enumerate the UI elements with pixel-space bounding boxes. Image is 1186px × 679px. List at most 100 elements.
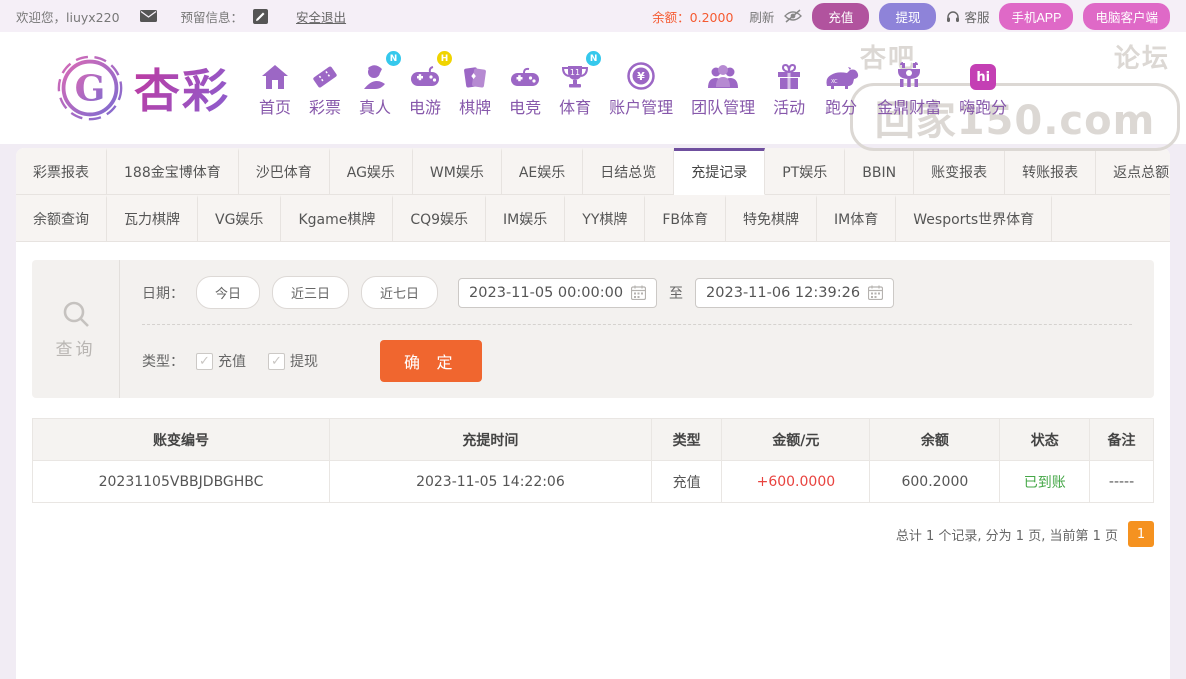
hi-icon: hi [970, 64, 996, 90]
date-to-value: 2023-11-06 12:39:26 [706, 285, 860, 301]
nav-item-lottery-ticket[interactable]: 彩票 [300, 58, 350, 118]
tab-YY棋牌[interactable]: YY棋牌 [565, 195, 645, 242]
tab-转账报表[interactable]: 转账报表 [1005, 148, 1096, 195]
tab-沙巴体育[interactable]: 沙巴体育 [239, 148, 330, 195]
nav-item-label: 电竞 [509, 94, 541, 118]
live-person-icon: N [361, 58, 389, 90]
page-1-button[interactable]: 1 [1128, 521, 1154, 547]
tab-188金宝博体育[interactable]: 188金宝博体育 [107, 148, 239, 195]
calendar-icon [631, 285, 646, 300]
tab-BBIN[interactable]: BBIN [845, 148, 914, 195]
tab-PT娱乐[interactable]: PT娱乐 [765, 148, 845, 195]
nav-item-yuan-coin[interactable]: ¥ 账户管理 [600, 58, 682, 118]
tab-CQ9娱乐[interactable]: CQ9娱乐 [393, 195, 486, 242]
nav-item-gift[interactable]: 活动 [764, 58, 814, 118]
tab-VG娱乐[interactable]: VG娱乐 [198, 195, 281, 242]
tab-瓦力棋牌[interactable]: 瓦力棋牌 [107, 195, 198, 242]
svg-text:G: G [75, 67, 106, 109]
deposit-button[interactable]: 充值 [812, 3, 869, 30]
reserved-info-label: 预留信息： [181, 7, 244, 26]
home-icon [261, 58, 289, 90]
tab-返点总额[interactable]: 返点总额 [1096, 148, 1170, 195]
nav-item-hi[interactable]: hi嗨跑分 [950, 58, 1016, 118]
report-tabs-row1: 彩票报表188金宝博体育沙巴体育AG娱乐WM娱乐AE娱乐日结总览充提记录PT娱乐… [16, 148, 1170, 195]
tab-日结总览[interactable]: 日结总览 [583, 148, 674, 195]
edit-pencil-icon[interactable] [253, 9, 268, 24]
tab-账变报表[interactable]: 账变报表 [914, 148, 1005, 195]
date-from-input[interactable]: 2023-11-05 00:00:00 [458, 278, 657, 308]
report-tabs-row2: 余额查询瓦力棋牌VG娱乐Kgame棋牌CQ9娱乐IM娱乐YY棋牌FB体育特免棋牌… [16, 195, 1170, 242]
nav-badge: N [386, 51, 401, 66]
nav-item-label: 体育 [559, 94, 591, 118]
nav-item-team[interactable]: 团队管理 [682, 58, 764, 118]
sports-trophy-icon: 11N [561, 58, 589, 90]
type-option-提现[interactable]: ✓提现 [268, 351, 318, 371]
table-header-cell: 类型 [651, 419, 722, 461]
nav-item-slots-gamepad[interactable]: H电游 [400, 58, 450, 118]
svg-text:11: 11 [570, 68, 580, 77]
nav-item-rhino[interactable]: XC跑分 [814, 58, 868, 118]
tab-IM娱乐[interactable]: IM娱乐 [486, 195, 565, 242]
nav-item-home[interactable]: 首页 [250, 58, 300, 118]
quick-range-今日[interactable]: 今日 [196, 276, 260, 309]
logo-emblem-icon: G [56, 54, 124, 122]
slots-gamepad-icon: H [410, 58, 440, 90]
quick-range-近三日[interactable]: 近三日 [272, 276, 349, 309]
nav-badge: N [586, 51, 601, 66]
table-header-cell: 状态 [1000, 419, 1090, 461]
type-option-充值[interactable]: ✓充值 [196, 351, 246, 371]
svg-text:¥: ¥ [637, 70, 645, 83]
nav-item-live-person[interactable]: N真人 [350, 58, 400, 118]
refresh-link[interactable]: 刷新 [749, 7, 774, 26]
table-cell: 20231105VBBJDBGHBC [33, 461, 330, 503]
content-card: 彩票报表188金宝博体育沙巴体育AG娱乐WM娱乐AE娱乐日结总览充提记录PT娱乐… [16, 148, 1170, 679]
checkbox-icon[interactable]: ✓ [268, 353, 285, 370]
table-cell: ----- [1090, 461, 1154, 503]
hi-icon: hi [970, 58, 996, 90]
query-section: 查询 [32, 260, 120, 398]
site-logo[interactable]: G 杏彩 [56, 54, 230, 122]
date-to-input[interactable]: 2023-11-06 12:39:26 [695, 278, 894, 308]
logout-link[interactable]: 安全退出 [296, 7, 346, 26]
tab-余额查询[interactable]: 余额查询 [16, 195, 107, 242]
customer-service-button[interactable]: 客服 [946, 7, 989, 26]
gift-icon [776, 58, 802, 90]
withdraw-button[interactable]: 提现 [879, 3, 936, 30]
confirm-button[interactable]: 确 定 [380, 340, 482, 382]
mobile-app-button[interactable]: 手机APP [999, 3, 1073, 30]
rhino-icon: XC [823, 58, 859, 90]
records-table: 账变编号充提时间类型金额/元余额状态备注 20231105VBBJDBGHBC2… [32, 418, 1154, 503]
quick-range-近七日[interactable]: 近七日 [361, 276, 438, 309]
tab-Kgame棋牌[interactable]: Kgame棋牌 [281, 195, 393, 242]
to-label: 至 [669, 283, 683, 303]
table-cell: 600.2000 [870, 461, 1000, 503]
tab-FB体育[interactable]: FB体育 [645, 195, 726, 242]
nav-item-tripod-cauldron[interactable]: 金鼎财富 [868, 58, 950, 118]
tab-彩票报表[interactable]: 彩票报表 [16, 148, 107, 195]
tab-Wesports世界体育[interactable]: Wesports世界体育 [896, 195, 1052, 242]
pc-client-button[interactable]: 电脑客户端 [1083, 3, 1170, 30]
query-label: 查询 [56, 335, 96, 360]
nav-item-cards[interactable]: ♦棋牌 [450, 58, 500, 118]
tab-AG娱乐[interactable]: AG娱乐 [330, 148, 413, 195]
nav-item-esports-gamepad[interactable]: 电竞 [500, 58, 550, 118]
checkbox-icon[interactable]: ✓ [196, 353, 213, 370]
eye-slash-icon[interactable] [784, 9, 802, 23]
tab-AE娱乐[interactable]: AE娱乐 [502, 148, 583, 195]
nav-item-label: 活动 [773, 94, 805, 118]
main-nav-items: 首页彩票N真人H电游♦棋牌电竞11N体育¥账户管理团队管理活动XC跑分金鼎财富h… [250, 58, 1016, 118]
table-cell: 已到账 [1000, 461, 1090, 503]
nav-item-sports-trophy[interactable]: 11N 体育 [550, 58, 600, 118]
tripod-cauldron-icon [895, 58, 923, 90]
tab-IM体育[interactable]: IM体育 [817, 195, 896, 242]
table-header-cell: 备注 [1090, 419, 1154, 461]
nav-item-label: 账户管理 [609, 94, 673, 118]
envelope-icon[interactable] [140, 10, 157, 22]
tab-WM娱乐[interactable]: WM娱乐 [413, 148, 502, 195]
date-from-value: 2023-11-05 00:00:00 [469, 285, 623, 301]
tab-充提记录[interactable]: 充提记录 [674, 148, 765, 195]
search-icon [61, 299, 91, 329]
svg-text:♦: ♦ [470, 72, 477, 81]
tab-特免棋牌[interactable]: 特免棋牌 [726, 195, 817, 242]
welcome-text: 欢迎您，liuyx220 [16, 7, 120, 26]
